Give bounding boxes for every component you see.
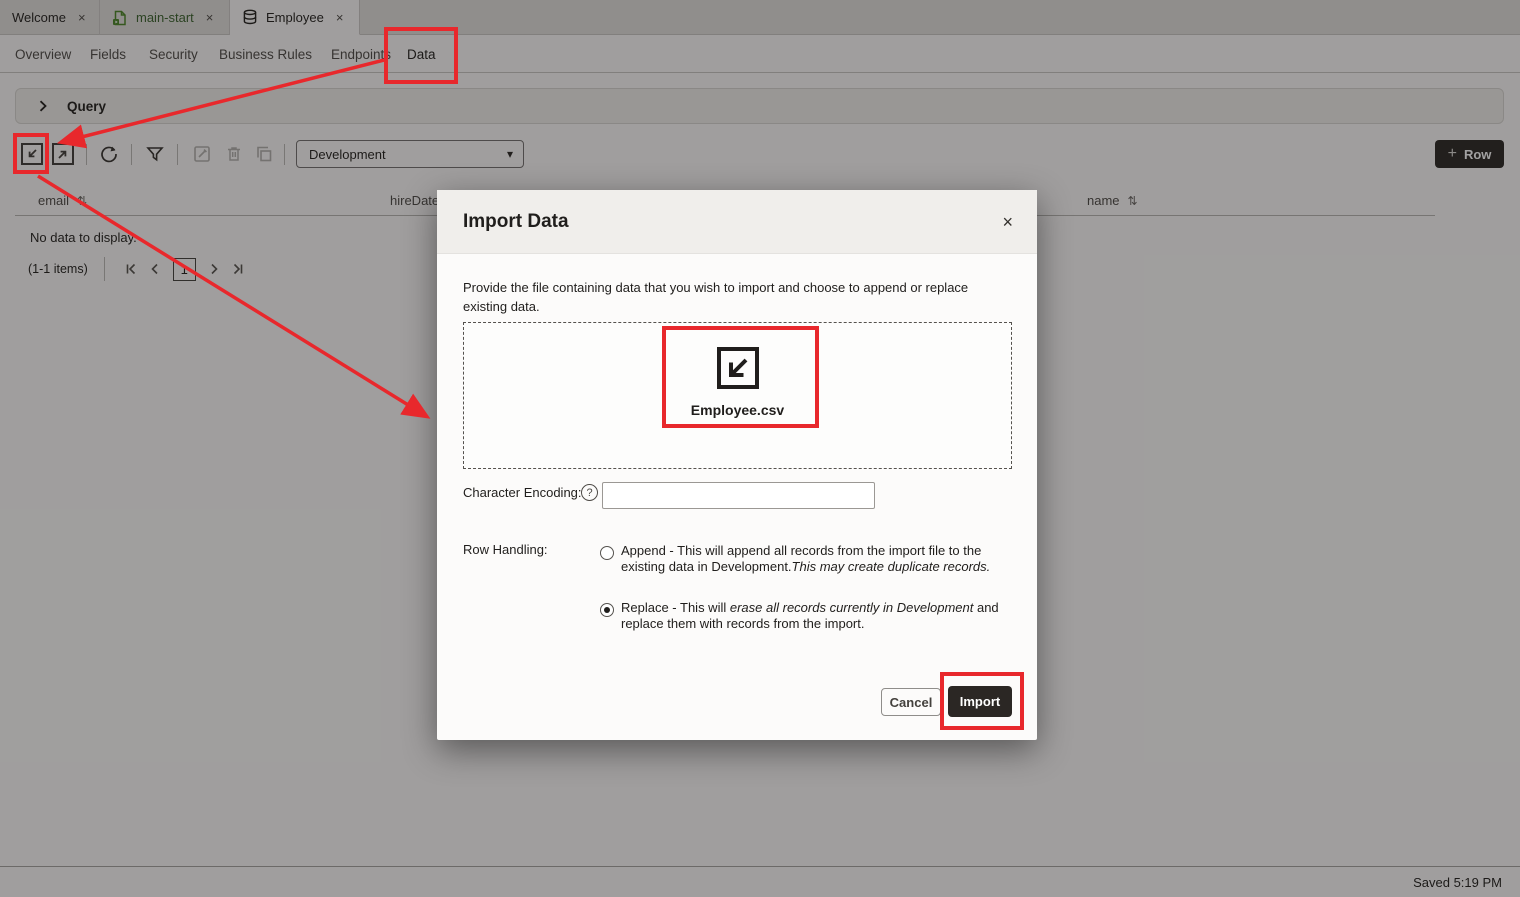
import-button[interactable]: Import bbox=[948, 686, 1012, 717]
dialog-description: Provide the file containing data that yo… bbox=[463, 279, 993, 317]
import-file-icon bbox=[715, 345, 761, 391]
replace-radio[interactable] bbox=[600, 603, 614, 617]
replace-option-text: Replace - This will erase all records cu… bbox=[621, 600, 1013, 632]
dropped-file[interactable]: Employee.csv bbox=[464, 345, 1011, 418]
cancel-button[interactable]: Cancel bbox=[881, 688, 941, 716]
dialog-header: Import Data × bbox=[437, 190, 1037, 254]
close-icon[interactable]: × bbox=[1002, 213, 1013, 231]
import-data-dialog: Import Data × Provide the file containin… bbox=[437, 190, 1037, 740]
file-name: Employee.csv bbox=[691, 402, 784, 418]
file-drop-zone[interactable]: Employee.csv bbox=[463, 322, 1012, 469]
append-radio[interactable] bbox=[600, 546, 614, 560]
append-option-text: Append - This will append all records fr… bbox=[621, 543, 1013, 575]
dialog-title: Import Data bbox=[463, 211, 569, 233]
row-handling-label: Row Handling: bbox=[463, 542, 548, 557]
help-icon[interactable]: ? bbox=[581, 484, 598, 501]
character-encoding-label: Character Encoding: bbox=[463, 485, 582, 500]
character-encoding-input[interactable] bbox=[602, 482, 875, 509]
